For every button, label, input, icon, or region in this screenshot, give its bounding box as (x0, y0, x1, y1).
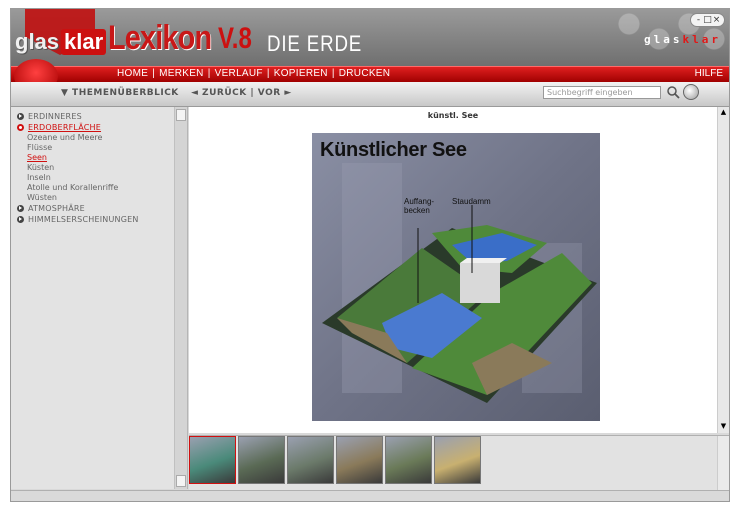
app-window: glas klar Lexikon V.8 DIE ERDE glasklar … (10, 8, 730, 502)
brand-accent: klar (682, 33, 721, 46)
sidebar-item-wuesten[interactable]: Wüsten (17, 193, 139, 203)
logo-part1: glas (15, 29, 60, 54)
illustration-artificial-lake: Künstlicher See Auffang- becken Staudamm (312, 133, 600, 421)
thumbnail-strip (189, 435, 729, 490)
sidebar-item-inseln[interactable]: Inseln (17, 173, 139, 183)
scroll-up-button[interactable] (176, 109, 186, 121)
logo-part2: klar (61, 29, 107, 55)
sidebar: ERDINNERES ERDOBERFLÄCHE Ozeane und Meer… (11, 107, 188, 489)
active-bullet-icon (17, 124, 24, 131)
arrow-bullet-icon (17, 216, 24, 223)
topics-overview-button[interactable]: ▼ THEMENÜBERBLICK (61, 88, 179, 98)
menu-separator: | (266, 68, 270, 79)
forward-button[interactable]: VOR ► (258, 88, 292, 98)
navigation-bar: ▼ THEMENÜBERBLICK ◄ ZURÜCK | VOR ► Suchb… (11, 82, 729, 107)
back-button[interactable]: ◄ ZURÜCK (191, 88, 247, 98)
sidebar-item-fluesse[interactable]: Flüsse (17, 143, 139, 153)
thumbnail[interactable] (336, 436, 383, 484)
main-menu-bar: HOME | MERKEN | VERLAUF | KOPIEREN | DRUCKEN HIL… (11, 66, 729, 82)
sidebar-section-erdinneres[interactable]: ERDINNERES (17, 111, 139, 122)
history-nav: ◄ ZURÜCK | VOR ► (191, 88, 292, 98)
menu-hilfe[interactable]: HILFE (695, 68, 723, 79)
arrow-bullet-icon (17, 205, 24, 212)
maximize-button[interactable]: □ (703, 14, 712, 26)
menu-separator: | (207, 68, 211, 79)
menu-verlauf[interactable]: VERLAUF (215, 68, 263, 79)
header: glas klar Lexikon V.8 DIE ERDE glasklar … (11, 9, 729, 66)
sidebar-scrollbar[interactable] (174, 107, 187, 489)
menu-separator: | (152, 68, 156, 79)
logo-version: V.8 (217, 22, 252, 55)
label-basin: Auffang- becken (404, 197, 435, 215)
menu-merken[interactable]: MERKEN (159, 68, 204, 79)
sidebar-item-seen[interactable]: Seen (17, 153, 139, 163)
brand-plain: glas (644, 33, 683, 46)
globe-icon[interactable] (683, 84, 699, 100)
image-caption: künstl. See (427, 111, 479, 120)
section-label: ATMOSPHÄRE (28, 203, 85, 213)
sidebar-item-ozeane[interactable]: Ozeane und Meere (17, 133, 139, 143)
scroll-down-button[interactable] (176, 475, 186, 487)
nav-separator: | (250, 88, 255, 98)
content-scrollbar[interactable]: ▲ ▼ (717, 107, 729, 433)
thumbnail-scrollbar[interactable] (717, 436, 729, 490)
minimize-button[interactable]: - (694, 14, 703, 26)
page-title: DIE ERDE (267, 31, 363, 56)
status-bar (11, 490, 729, 501)
section-label: ERDOBERFLÄCHE (28, 122, 102, 132)
brand-mark: glasklar (644, 33, 721, 46)
lake-illustration (322, 163, 597, 403)
thumbnail[interactable] (385, 436, 432, 484)
menu-drucken[interactable]: DRUCKEN (339, 68, 391, 79)
thumbnail[interactable] (434, 436, 481, 484)
sidebar-section-atmosphaere[interactable]: ATMOSPHÄRE (17, 203, 139, 214)
thumbnail[interactable] (189, 436, 236, 484)
label-dam: Staudamm (452, 197, 491, 206)
close-button[interactable]: × (712, 14, 721, 26)
sidebar-item-kuesten[interactable]: Küsten (17, 163, 139, 173)
thumbnail-list (189, 436, 481, 484)
app-logo: glas klar Lexikon V.8 (15, 15, 260, 55)
logo-part3: Lexikon (108, 19, 212, 57)
scroll-up-icon[interactable]: ▲ (719, 108, 728, 118)
content-area: künstl. See Künstlicher See Auffang- bec… (189, 107, 729, 433)
arrow-bullet-icon (17, 113, 24, 120)
search-input[interactable]: Suchbegriff eingeben (543, 86, 661, 99)
sidebar-section-himmelserscheinungen[interactable]: HIMMELSERSCHEINUNGEN (17, 214, 139, 225)
illustration-title: Künstlicher See (320, 139, 467, 161)
sidebar-section-erdoberflaeche[interactable]: ERDOBERFLÄCHE (17, 122, 139, 133)
menu-separator: | (331, 68, 335, 79)
scroll-down-icon[interactable]: ▼ (719, 422, 728, 432)
sidebar-item-atolle[interactable]: Atolle und Korallenriffe (17, 183, 139, 193)
thumbnail[interactable] (238, 436, 285, 484)
section-label: HIMMELSERSCHEINUNGEN (28, 214, 139, 224)
thumbnail[interactable] (287, 436, 334, 484)
topic-tree: ERDINNERES ERDOBERFLÄCHE Ozeane und Meer… (17, 111, 139, 225)
menu-kopieren[interactable]: KOPIEREN (274, 68, 328, 79)
search-icon[interactable] (666, 85, 680, 99)
main-menu: HOME | MERKEN | VERLAUF | KOPIEREN | DRUCKEN (117, 68, 390, 79)
window-controls: - □ × (690, 13, 725, 27)
section-label: ERDINNERES (28, 111, 82, 121)
menu-home[interactable]: HOME (117, 68, 148, 79)
